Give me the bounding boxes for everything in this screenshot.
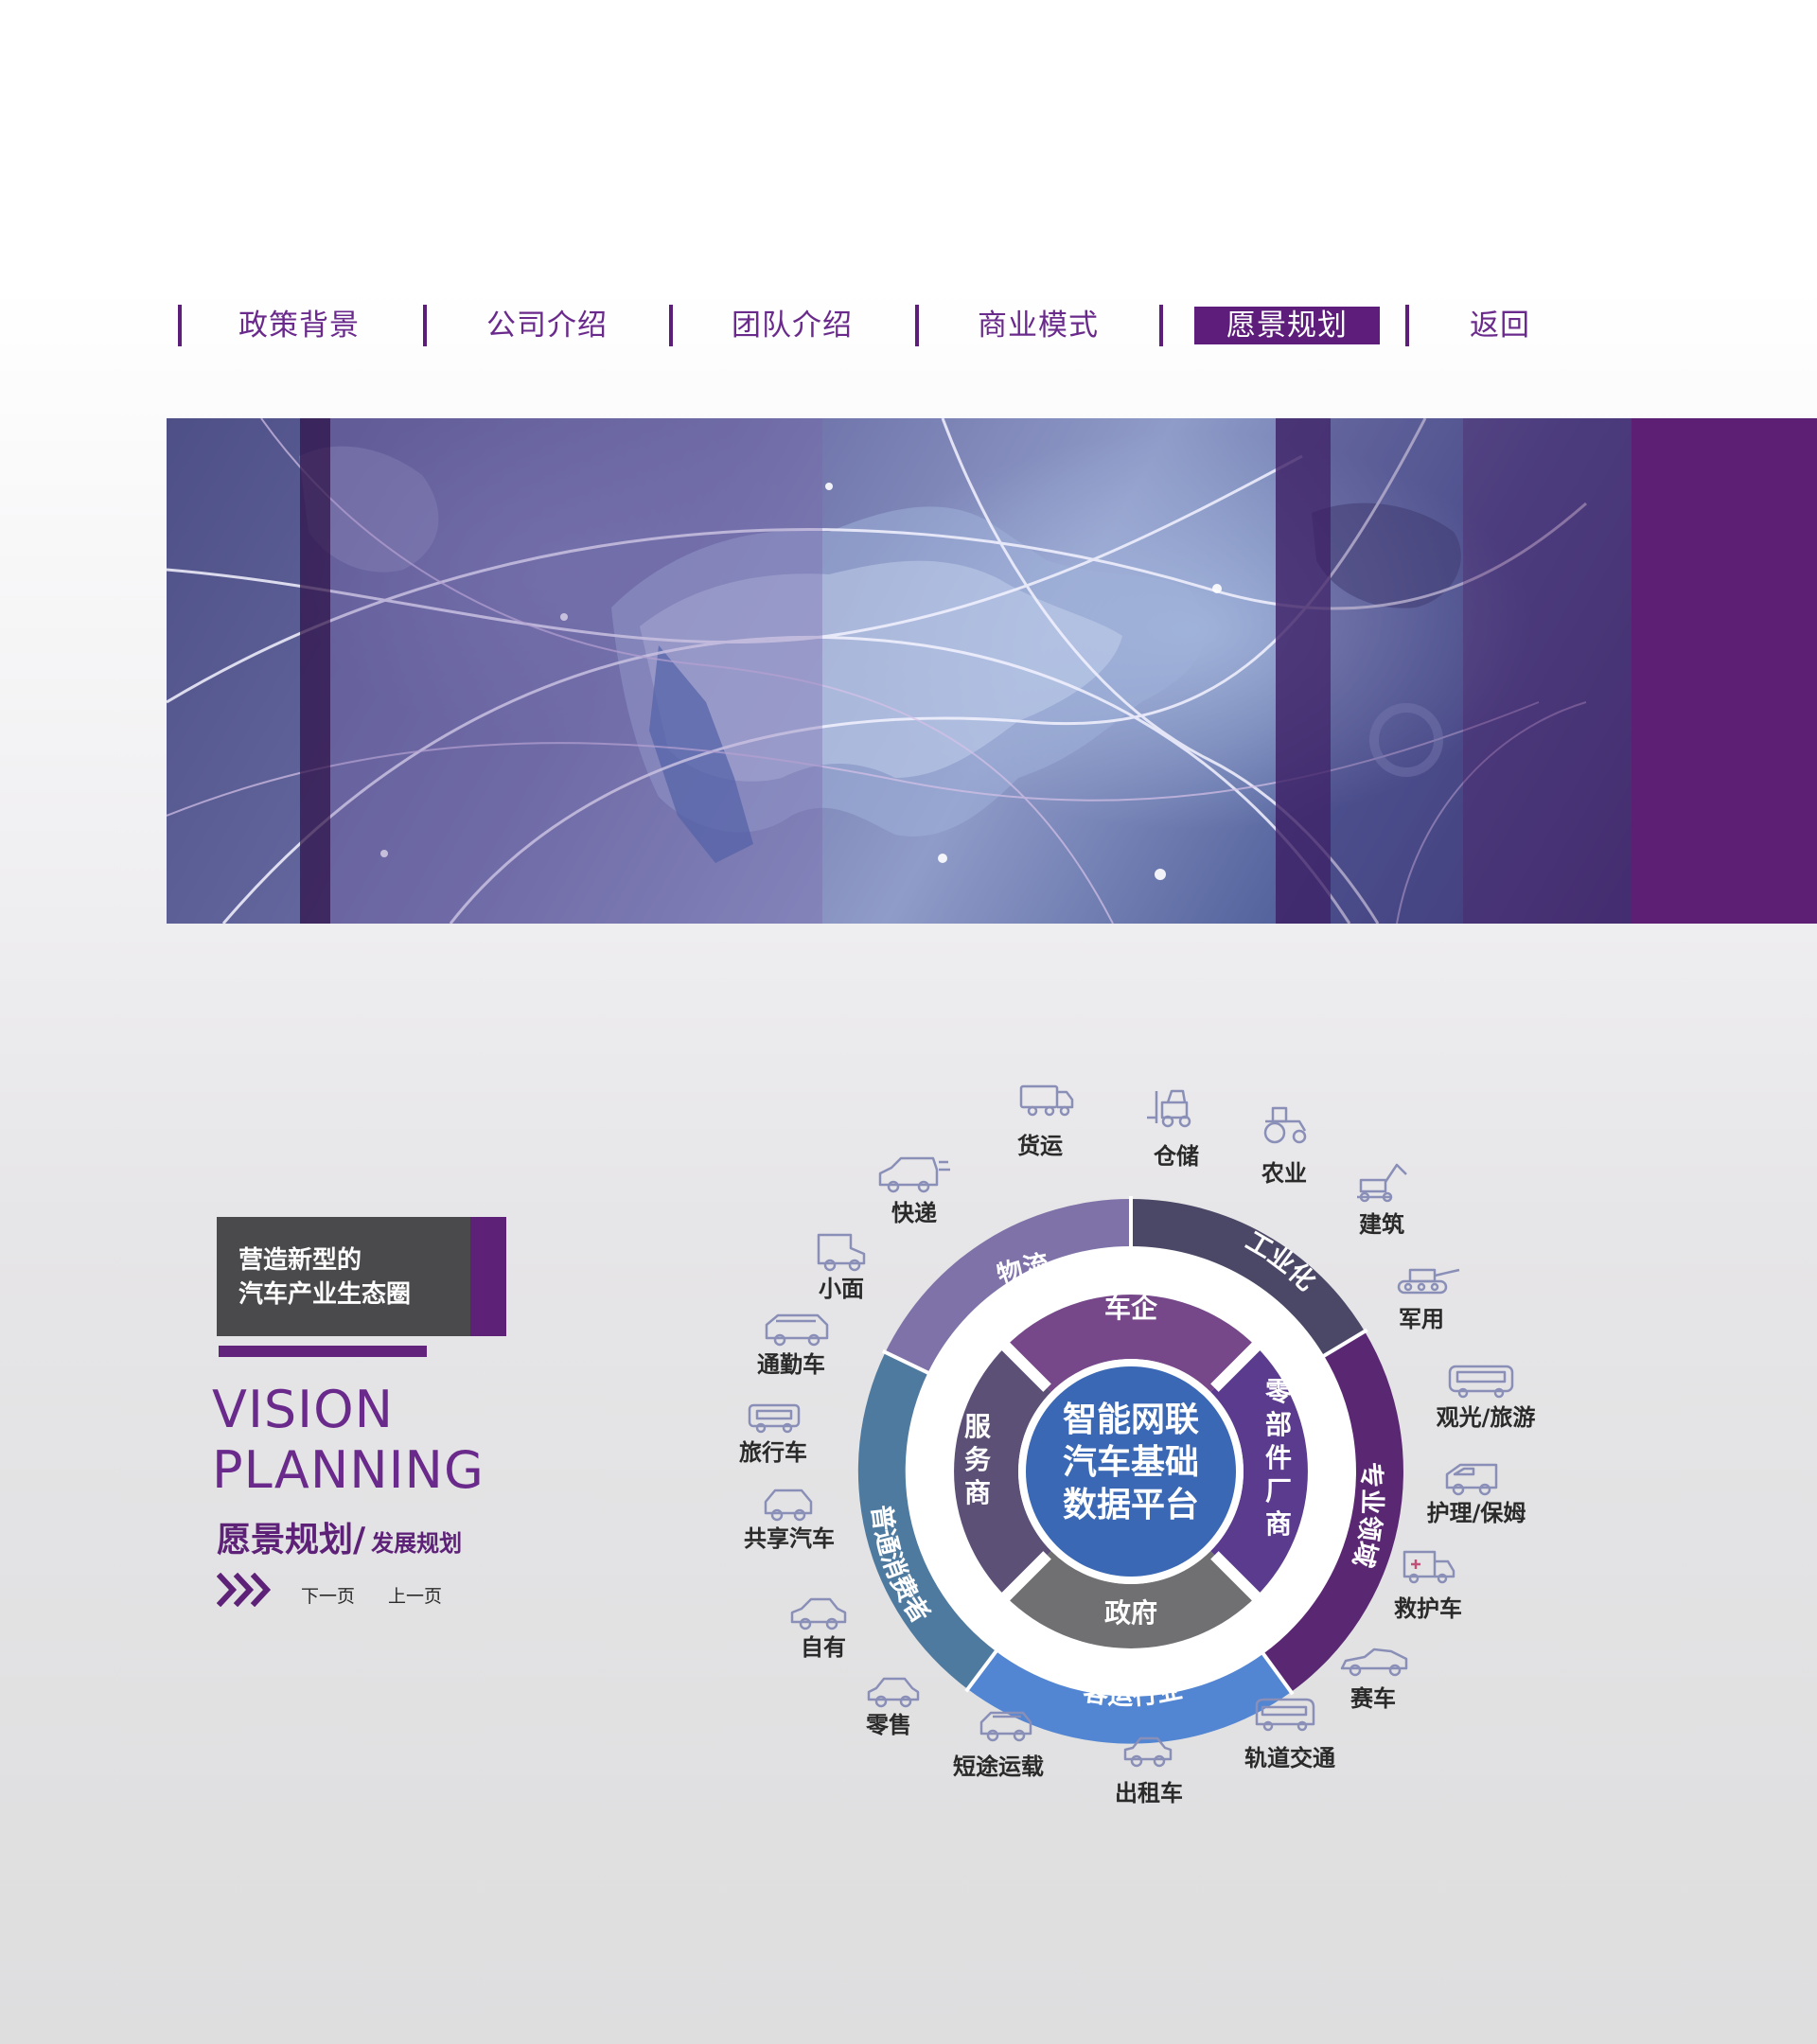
shared-car-icon [764, 1489, 813, 1522]
vehicle-label-military: 军用 [1399, 1306, 1444, 1332]
cargo-truck-icon [1019, 1084, 1074, 1117]
vehicle-label-nursing: 护理/保姆 [1427, 1500, 1526, 1526]
inner-label-service-provider-char: 务 [964, 1444, 991, 1475]
center-text-line-3: 数据平台 [1063, 1486, 1199, 1524]
tractor-icon [1263, 1106, 1307, 1144]
rv-icon [748, 1403, 801, 1434]
minivan-icon [817, 1233, 866, 1272]
tour-bus-icon [1448, 1365, 1514, 1399]
vehicle-label-rv: 旅行车 [739, 1439, 807, 1466]
compact-car-icon [867, 1677, 920, 1708]
vehicle-label-construction: 建筑 [1359, 1211, 1404, 1238]
ecosystem-diagram: 智能网联 汽车基础 数据平台 车企 政府 零 部 件 厂 商 服 务 商 物流 … [739, 1084, 1536, 1806]
inner-label-government: 政府 [1104, 1597, 1157, 1629]
vehicle-label-car-sharing: 共享汽车 [744, 1525, 835, 1552]
inner-label-parts-maker-char: 厂 [1265, 1475, 1292, 1507]
vehicle-label-retail: 零售 [865, 1712, 911, 1738]
vehicle-label-taxi: 出租车 [1115, 1780, 1183, 1806]
vehicle-label-freight: 货运 [1017, 1133, 1063, 1159]
forklift-icon [1147, 1089, 1191, 1128]
inner-label-parts-maker-char: 部 [1265, 1409, 1292, 1440]
inner-label-service-provider-char: 服 [964, 1411, 992, 1442]
inner-label-parts-maker-char: 商 [1265, 1508, 1292, 1540]
inner-label-service-provider-char: 商 [964, 1477, 991, 1508]
vehicle-label-commuter: 通勤车 [757, 1351, 825, 1378]
sedan-icon [790, 1597, 847, 1630]
center-text-line-2: 汽车基础 [1063, 1443, 1199, 1482]
vehicle-label-warehousing: 仓储 [1153, 1143, 1199, 1170]
inner-label-parts-maker-char: 零 [1265, 1376, 1293, 1407]
delivery-van-icon [878, 1156, 950, 1193]
inner-label-service-provider: 服 务 商 [964, 1411, 992, 1508]
vehicle-label-tourism: 观光/旅游 [1437, 1404, 1536, 1431]
van-icon [1445, 1463, 1498, 1496]
vehicle-label-owned: 自有 [801, 1634, 846, 1661]
vehicle-label-racing: 赛车 [1350, 1685, 1396, 1712]
vehicle-label-ambulance: 救护车 [1394, 1595, 1462, 1622]
excavator-icon [1357, 1163, 1407, 1203]
inner-label-parts-maker: 零 部 件 厂 商 [1265, 1376, 1293, 1540]
vehicle-label-rail-transit: 轨道交通 [1244, 1745, 1335, 1771]
vehicle-label-minivan: 小面 [819, 1276, 864, 1302]
vehicle-label-express: 快递 [891, 1200, 937, 1226]
center-text-line-1: 智能网联 [1063, 1401, 1199, 1439]
race-car-icon [1340, 1648, 1408, 1677]
inner-label-automaker: 车企 [1104, 1293, 1158, 1324]
vehicle-label-agriculture: 农业 [1261, 1160, 1307, 1187]
tank-icon [1397, 1268, 1460, 1295]
ambulance-icon [1402, 1550, 1455, 1584]
commuter-car-icon [765, 1313, 829, 1347]
inner-label-parts-maker-char: 件 [1265, 1442, 1292, 1473]
vehicle-label-short-haul: 短途运载 [953, 1753, 1044, 1780]
